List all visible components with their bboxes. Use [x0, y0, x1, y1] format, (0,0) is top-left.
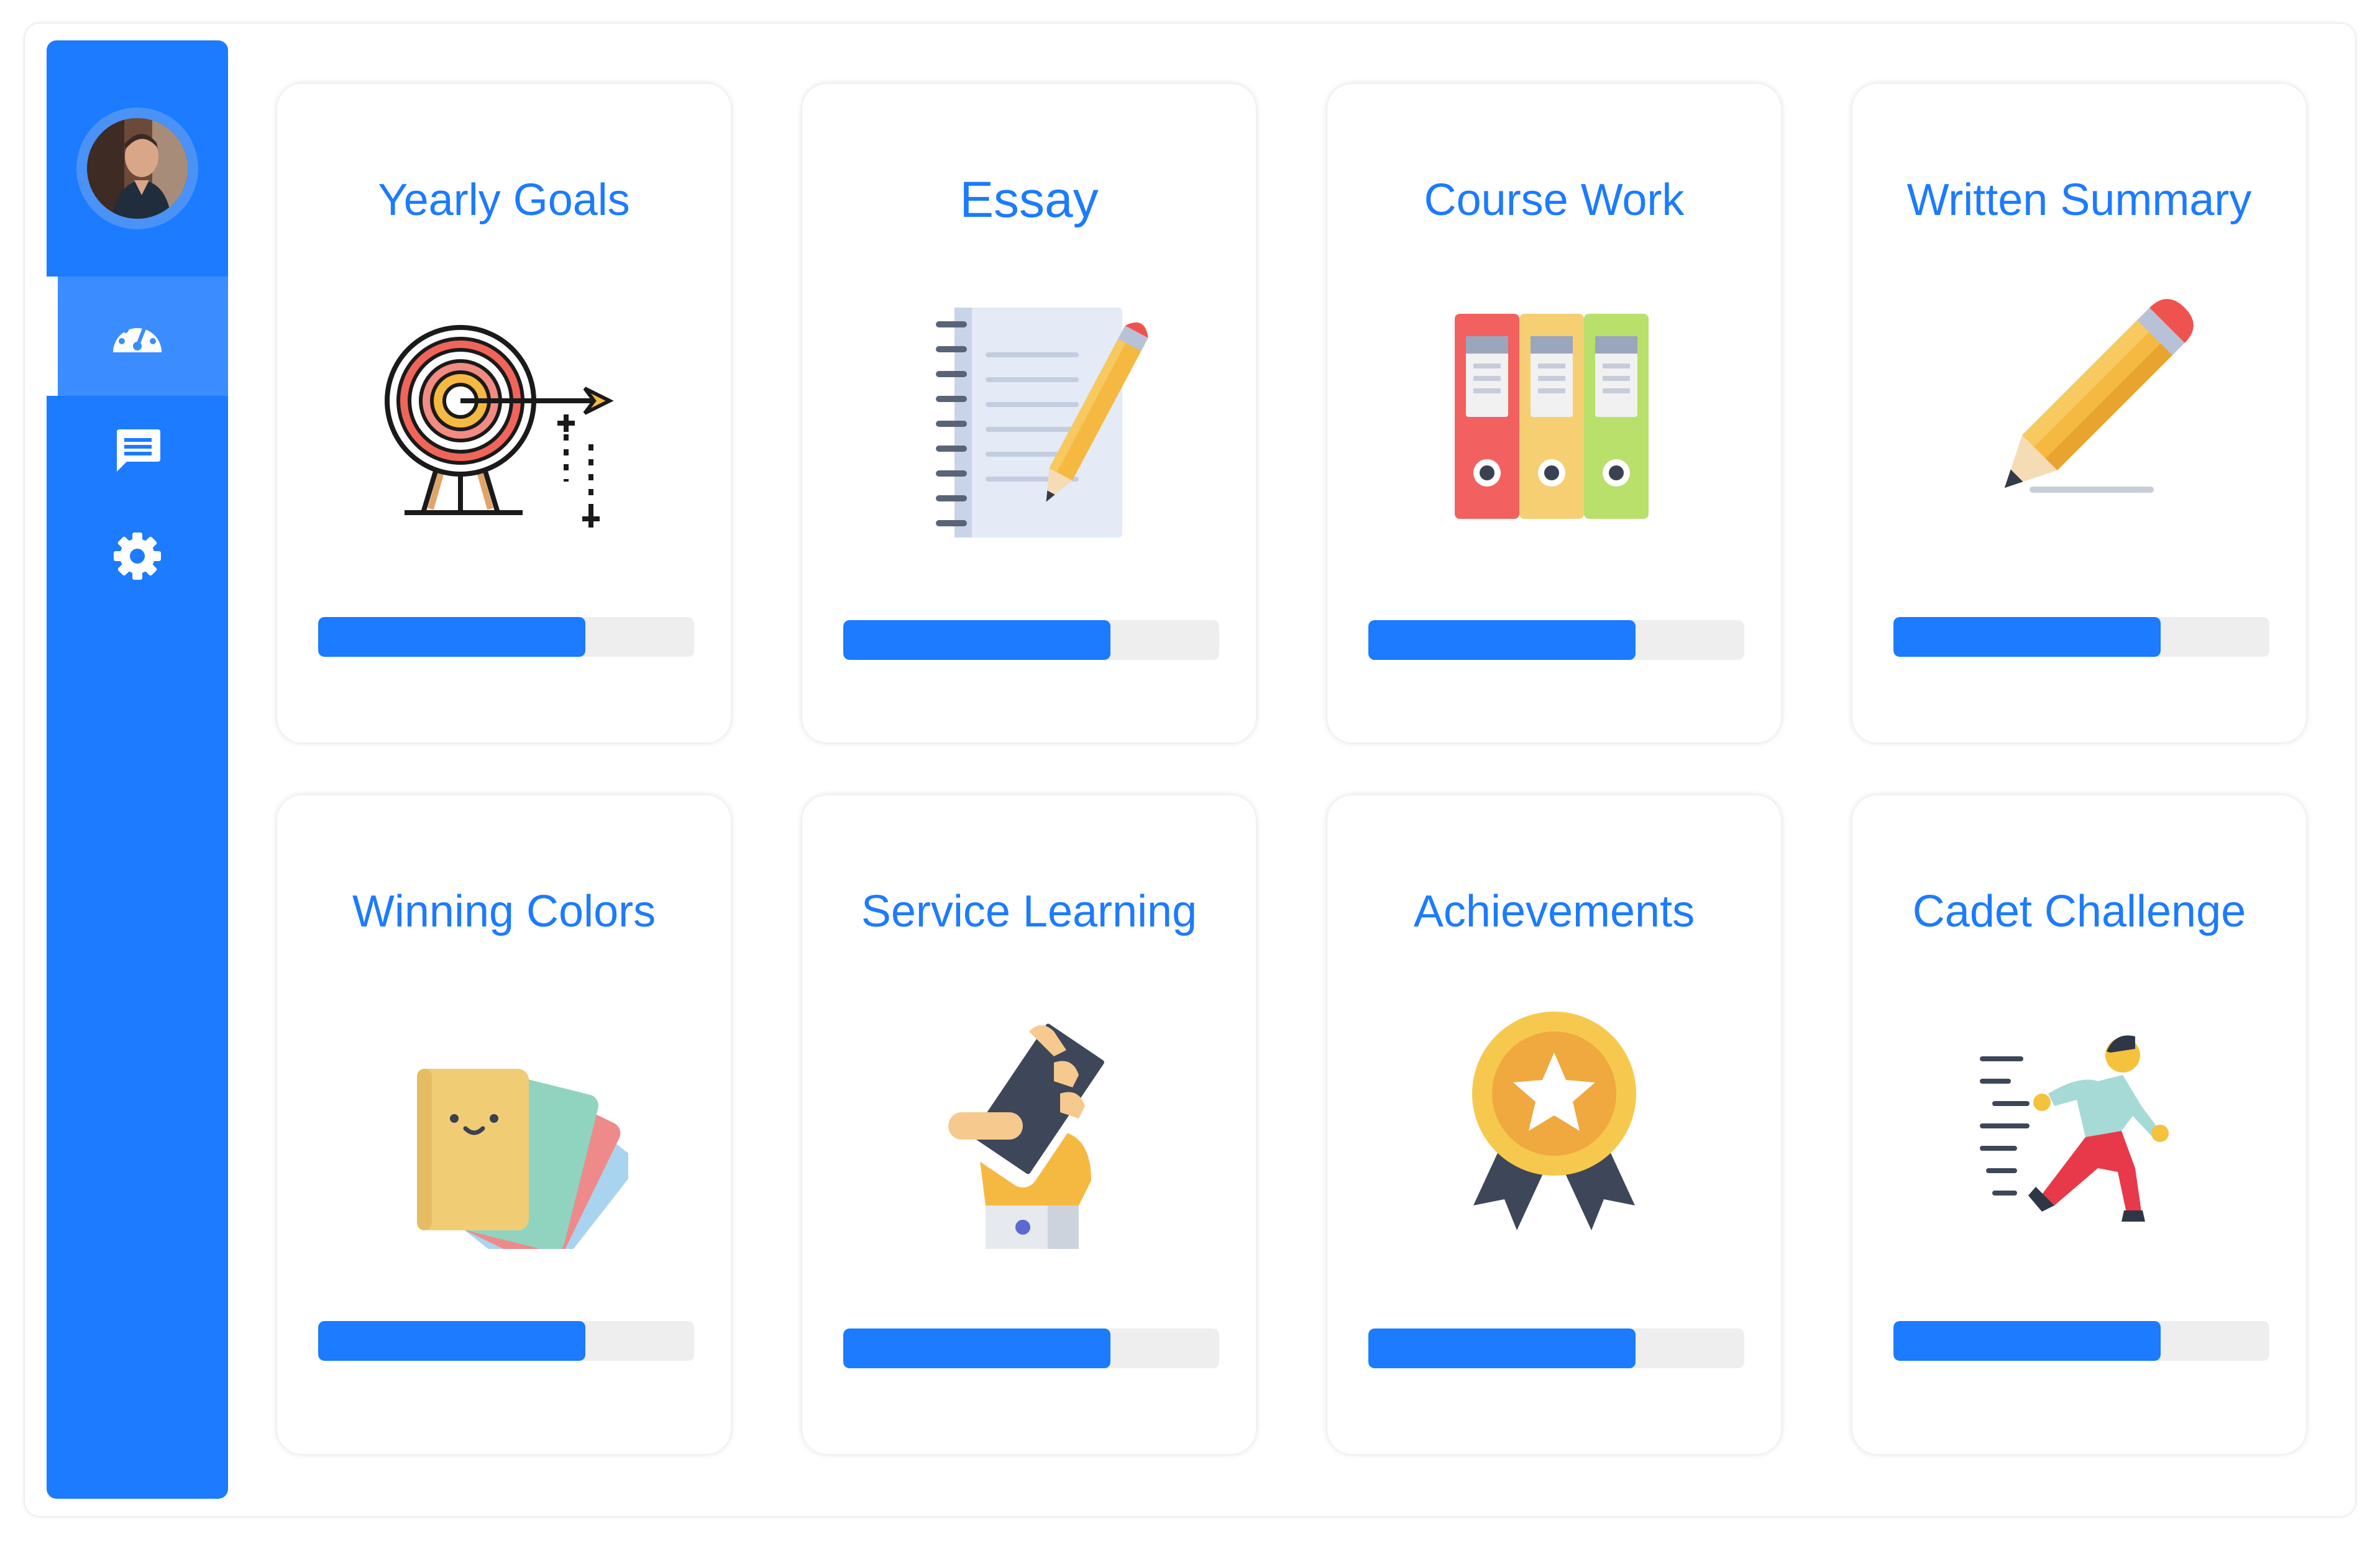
card-title: Achievements: [1413, 887, 1695, 936]
progress-fill: [1368, 620, 1636, 660]
progress-fill: [843, 620, 1110, 660]
progress-fill: [318, 617, 585, 657]
runner-icon: [1980, 1035, 2169, 1222]
color-cards-icon: [417, 1069, 628, 1249]
binders-icon: [1455, 314, 1649, 519]
dashboard-icon: [113, 322, 162, 352]
nav-item-settings[interactable]: [47, 496, 228, 616]
message-icon: [117, 429, 160, 472]
nav-item-dashboard[interactable]: [47, 277, 228, 396]
notebook-pencil-icon: [936, 308, 1148, 537]
pencil-icon: [2004, 299, 2194, 493]
card-title: Service Learning: [861, 887, 1197, 936]
card-written-summary[interactable]: Written Summary: [1852, 84, 2306, 743]
progress-bar: [843, 1328, 1219, 1368]
card-essay[interactable]: Essay: [802, 84, 1256, 743]
card-yearly-goals[interactable]: Yearly Goals: [277, 84, 731, 743]
gear-icon: [114, 533, 161, 580]
card-title: Cadet Challenge: [1912, 887, 2246, 936]
card-winning-colors[interactable]: Winning Colors: [277, 795, 731, 1454]
progress-fill: [318, 1321, 585, 1361]
sidebar: [47, 40, 228, 1499]
card-course-work[interactable]: Course Work: [1327, 84, 1781, 743]
target-icon: [385, 325, 614, 528]
progress-bar: [318, 1321, 694, 1361]
progress-fill: [1368, 1328, 1636, 1368]
progress-bar: [1368, 1328, 1744, 1368]
card-title: Essay: [959, 171, 1099, 228]
card-service-learning[interactable]: Service Learning: [802, 795, 1256, 1454]
progress-fill: [1893, 617, 2161, 657]
progress-bar: [318, 617, 694, 657]
progress-fill: [1893, 1321, 2161, 1361]
medal-icon: [1472, 1012, 1636, 1230]
nav-item-messages[interactable]: [47, 391, 228, 510]
progress-fill: [843, 1328, 1110, 1368]
card-cadet-challenge[interactable]: Cadet Challenge: [1852, 795, 2306, 1454]
progress-bar: [1893, 617, 2269, 657]
progress-bar: [1893, 1321, 2269, 1361]
progress-bar: [843, 620, 1219, 660]
avatar[interactable]: [76, 107, 198, 229]
card-title: Written Summary: [1906, 175, 2252, 225]
card-title: Course Work: [1424, 175, 1685, 225]
phone-hand-icon: [948, 1011, 1115, 1249]
card-title: Winning Colors: [352, 887, 656, 936]
card-achievements[interactable]: Achievements: [1327, 795, 1781, 1454]
progress-bar: [1368, 620, 1744, 660]
avatar-photo: [87, 118, 188, 219]
card-title: Yearly Goals: [378, 175, 630, 225]
